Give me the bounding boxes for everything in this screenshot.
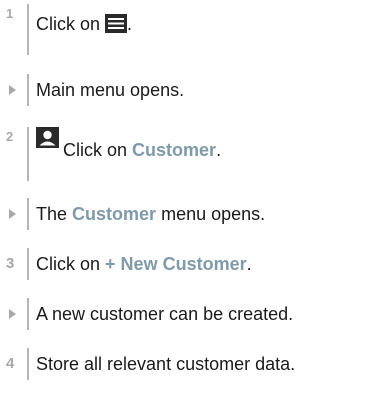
step-text: Store all relevant customer data. bbox=[36, 354, 296, 374]
step-divider bbox=[27, 74, 29, 106]
step-suffix: menu opens. bbox=[161, 204, 266, 224]
hamburger-menu-icon bbox=[105, 14, 128, 38]
step-text: Click on. bbox=[36, 13, 132, 38]
triangle-right-icon bbox=[9, 85, 16, 95]
step-number: 1 bbox=[6, 6, 14, 21]
triangle-right-icon bbox=[9, 309, 16, 319]
step-divider bbox=[27, 298, 29, 330]
step-suffix: . bbox=[246, 254, 252, 274]
step-suffix: . bbox=[216, 140, 222, 160]
step-prefix: The bbox=[36, 204, 68, 224]
step-divider bbox=[27, 127, 29, 181]
triangle-right-icon bbox=[9, 209, 16, 219]
menu-name-customer: Customer bbox=[72, 204, 157, 224]
step-1: 1 Click on. bbox=[0, 0, 381, 58]
step-divider bbox=[27, 4, 29, 55]
new-customer-action: + New Customer bbox=[105, 254, 247, 274]
step-number: 3 bbox=[6, 255, 15, 272]
person-icon bbox=[36, 127, 59, 153]
step-prefix: Click on bbox=[36, 254, 101, 274]
step-number: 4 bbox=[6, 355, 15, 372]
menu-item-customer: Customer bbox=[132, 140, 217, 160]
step-result-text: A new customer can be created. bbox=[36, 304, 294, 324]
step-result-3: A new customer can be created. bbox=[0, 296, 381, 332]
step-prefix: Click on bbox=[63, 140, 128, 160]
step-4: 4 Store all relevant customer data. bbox=[0, 346, 381, 382]
step-2: 2 Click on Customer. bbox=[0, 124, 381, 184]
step-prefix: Click on bbox=[36, 14, 101, 34]
step-text: Click on Customer. bbox=[63, 139, 221, 161]
step-result-2: The Customer menu opens. bbox=[0, 196, 381, 232]
step-number: 2 bbox=[6, 129, 14, 144]
step-suffix: . bbox=[127, 14, 133, 34]
step-3: 3 Click on + New Customer. bbox=[0, 246, 381, 282]
step-result-text: The Customer menu opens. bbox=[36, 203, 265, 225]
step-divider bbox=[27, 248, 29, 280]
step-divider bbox=[27, 198, 29, 230]
step-result-text: Main menu opens. bbox=[36, 80, 185, 100]
step-result-1: Main menu opens. bbox=[0, 72, 381, 108]
step-text: Click on + New Customer. bbox=[36, 253, 252, 275]
step-divider bbox=[27, 348, 29, 380]
